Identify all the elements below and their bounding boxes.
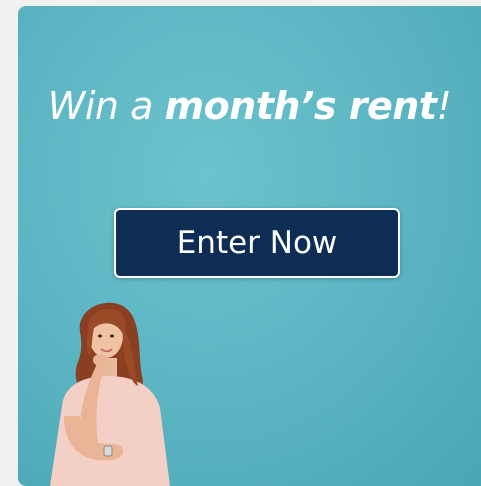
headline-prefix: Win a [47,84,165,128]
promo-banner: Win a month’s rent! Enter Now [18,6,481,486]
headline-suffix: ! [436,84,452,128]
headline-emphasis: month’s rent [164,84,437,128]
promo-headline: Win a month’s rent! [18,84,481,128]
enter-now-button[interactable]: Enter Now [114,208,400,278]
thinking-woman-illustration [50,302,170,486]
